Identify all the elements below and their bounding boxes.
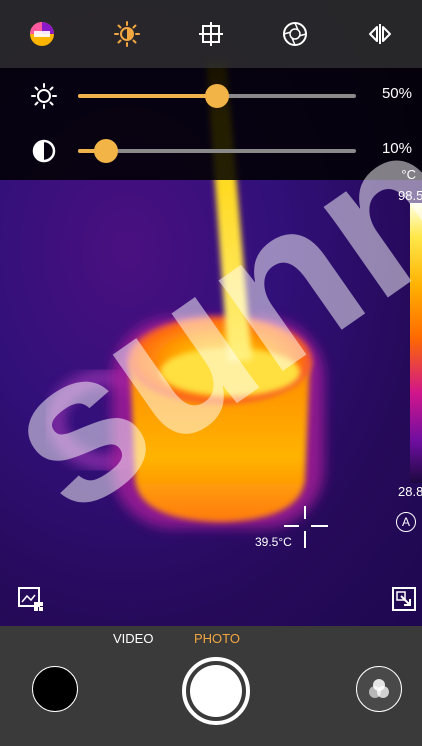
brightness-slider[interactable]: [78, 84, 356, 108]
scale-max-temp: 98.5: [398, 188, 422, 203]
palette-icon[interactable]: [22, 14, 62, 54]
adjustment-panel: 50% 10%: [0, 68, 422, 180]
brightness-value: 50%: [381, 85, 412, 102]
scale-unit: °C: [401, 167, 416, 182]
shutter-iris-icon[interactable]: [275, 14, 315, 54]
crosshair-target-icon[interactable]: [191, 14, 231, 54]
gallery-thumbnail[interactable]: [32, 666, 78, 712]
mode-photo[interactable]: PHOTO: [194, 631, 240, 646]
contrast-slider-thumb[interactable]: [93, 139, 118, 163]
contrast-slider[interactable]: [78, 139, 356, 163]
picture-in-picture-icon[interactable]: [389, 584, 419, 614]
contrast-value: 10%: [381, 140, 412, 157]
top-toolbar: [0, 0, 422, 68]
mode-video[interactable]: VIDEO: [113, 631, 153, 646]
image-grid-icon[interactable]: [16, 584, 46, 614]
brightness-mode-icon[interactable]: [107, 14, 147, 54]
contrast-icon: [30, 137, 58, 165]
center-temperature: 39.5°C: [255, 535, 292, 549]
thermal-camera-app: 50% 10% °C 98.5 28.8 A 39.5°C sunn VIDEO…: [0, 0, 422, 746]
brightness-icon: [30, 82, 58, 110]
mirror-flip-icon[interactable]: [360, 14, 400, 54]
contrast-slider-row: 10%: [0, 127, 422, 171]
capture-controls: VIDEO PHOTO: [0, 626, 422, 746]
shutter-button[interactable]: [182, 657, 250, 725]
scale-min-temp: 28.8: [398, 484, 422, 499]
color-scale-bar: [410, 203, 422, 483]
image-fusion-icon[interactable]: [356, 666, 402, 712]
brightness-slider-row: 50%: [0, 72, 422, 116]
auto-range-button[interactable]: A: [396, 512, 416, 532]
brightness-slider-thumb[interactable]: [205, 84, 229, 108]
